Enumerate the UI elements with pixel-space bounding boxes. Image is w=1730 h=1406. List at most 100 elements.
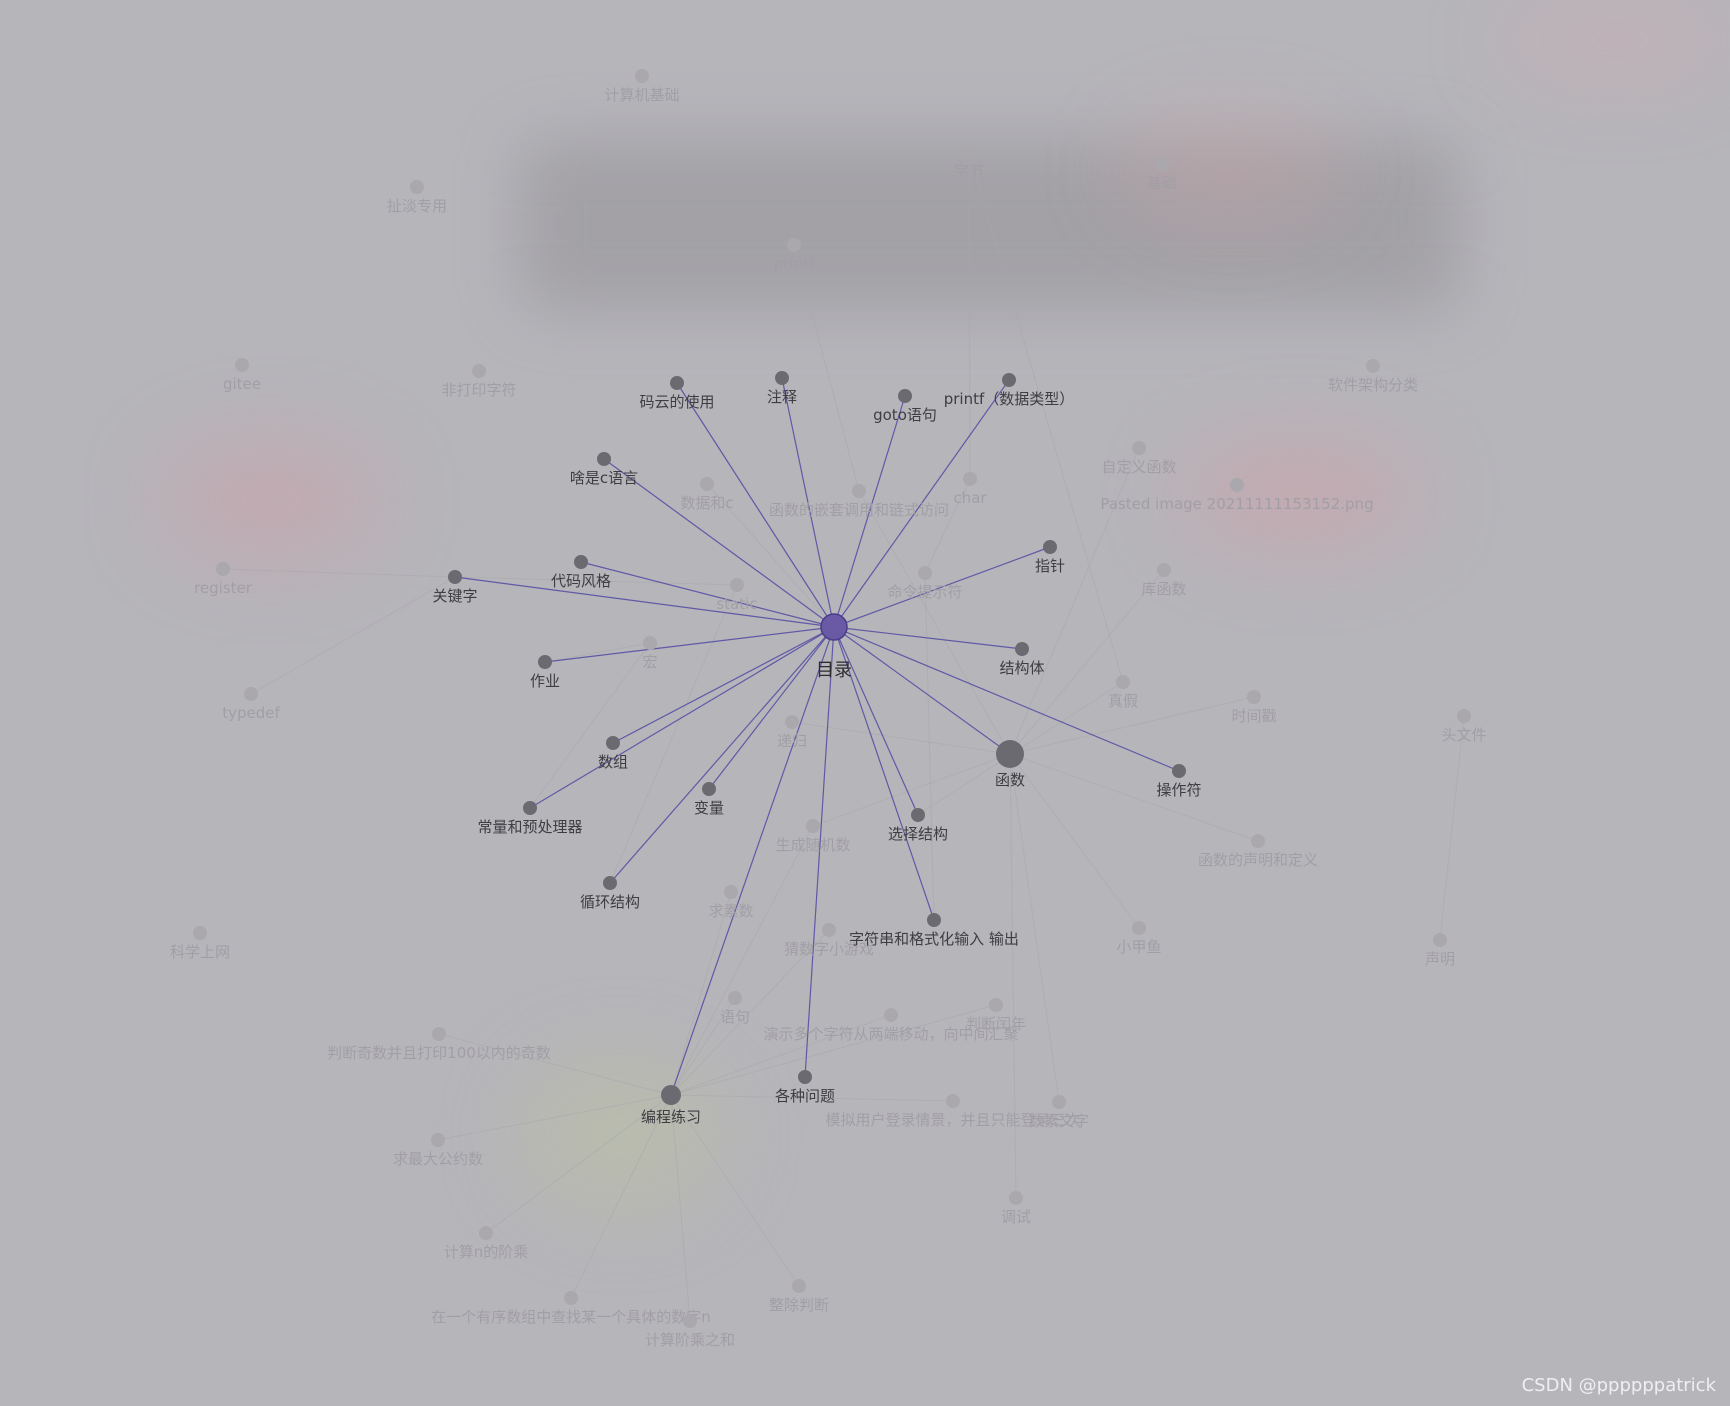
graph-node-shuru[interactable]: 数素文字 <box>1029 1095 1089 1130</box>
graph-node-typedef[interactable]: typedef <box>222 687 280 722</box>
node-dot[interactable] <box>1457 709 1471 723</box>
node-dot[interactable] <box>806 819 820 833</box>
node-dot[interactable] <box>1230 478 1244 492</box>
node-dot[interactable] <box>244 687 258 701</box>
node-dot[interactable] <box>1015 642 1029 656</box>
node-dot[interactable] <box>1052 1095 1066 1109</box>
graph-node-caozuofu[interactable]: 操作符 <box>1156 764 1202 799</box>
node-dot[interactable] <box>898 389 912 403</box>
graph-node-jichu[interactable]: 基础 <box>1147 157 1177 192</box>
graph-node-zijie[interactable]: 字节 <box>954 145 984 180</box>
graph-node-hanshu[interactable]: 函数 <box>995 740 1025 789</box>
graph-node-gitee[interactable]: gitee <box>223 358 261 393</box>
node-dot[interactable] <box>775 371 789 385</box>
graph-node-runnian[interactable]: 判断闰年 <box>966 998 1026 1033</box>
node-dot[interactable] <box>820 613 848 641</box>
node-dot[interactable] <box>822 923 836 937</box>
node-dot[interactable] <box>431 1133 445 1147</box>
graph-node-jisuanji[interactable]: 计算机基础 <box>604 69 680 104</box>
node-dot[interactable] <box>1251 834 1265 848</box>
graph-node-qishu[interactable]: 判断奇数并且打印100以内的奇数 <box>327 1027 551 1062</box>
graph-node-printf_types[interactable]: printf（数据类型） <box>944 373 1075 408</box>
graph-node-zifuchuan[interactable]: 字符串和格式化输入 输出 <box>849 913 1019 948</box>
graph-node-goto[interactable]: goto语句 <box>873 389 937 424</box>
node-dot[interactable] <box>574 555 588 569</box>
graph-node-bianliang[interactable]: 变量 <box>694 782 724 817</box>
graph-node-mingling[interactable]: 命令提示符 <box>887 566 963 601</box>
node-dot[interactable] <box>989 998 1003 1012</box>
node-dot[interactable] <box>193 926 207 940</box>
node-dot[interactable] <box>918 566 932 580</box>
node-dot[interactable] <box>1043 540 1057 554</box>
graph-node-chedan[interactable]: 扯淡专用 <box>387 180 447 215</box>
node-dot[interactable] <box>606 736 620 750</box>
graph-node-shujuhe[interactable]: 数据和c <box>680 477 734 512</box>
graph-node-sushu[interactable]: 求素数 <box>708 885 754 920</box>
graph-node-shijianchuo[interactable]: 时间戳 <box>1231 690 1277 725</box>
graph-node-qiantao[interactable]: 函数的嵌套调用和链式访问 <box>769 484 949 519</box>
node-dot[interactable] <box>700 477 714 491</box>
graph-node-toufile[interactable]: 头文件 <box>1441 709 1487 744</box>
graph-node-yuju[interactable]: 语句 <box>720 991 750 1026</box>
node-dot[interactable] <box>1247 690 1261 704</box>
node-dot[interactable] <box>643 636 657 650</box>
graph-node-char[interactable]: char <box>953 472 987 507</box>
graph-node-pasted[interactable]: Pasted image 20211111153152.png <box>1100 478 1374 513</box>
graph-node-shuzu[interactable]: 数组 <box>598 736 628 771</box>
graph-node-biancheng[interactable]: 编程练习 <box>641 1085 701 1126</box>
graph-node-xiaojiayu[interactable]: 小甲鱼 <box>1116 921 1162 956</box>
node-dot[interactable] <box>1172 764 1186 778</box>
node-dot[interactable] <box>996 740 1024 768</box>
graph-node-chazhao[interactable]: 在一个有序数组中查找某一个具体的数字n <box>431 1291 711 1326</box>
graph-node-printf[interactable]: printf <box>774 238 815 273</box>
graph-node-hong[interactable]: 宏 <box>642 636 658 671</box>
node-dot[interactable] <box>884 1008 898 1022</box>
graph-node-suiji[interactable]: 生成随机数 <box>775 819 851 854</box>
node-dot[interactable] <box>1132 441 1146 455</box>
graph-node-gezhong[interactable]: 各种问题 <box>775 1070 835 1105</box>
graph-node-zhengchu[interactable]: 整除判断 <box>769 1279 829 1314</box>
graph-node-xunhuan[interactable]: 循环结构 <box>580 876 640 911</box>
graph-node-mayun[interactable]: 码云的使用 <box>639 376 715 411</box>
node-dot[interactable] <box>792 1279 806 1293</box>
graph-node-changliang[interactable]: 常量和预处理器 <box>477 801 583 836</box>
graph-node-c_lang[interactable]: 啥是c语言 <box>570 452 638 487</box>
node-dot[interactable] <box>1002 373 1016 387</box>
node-dot[interactable] <box>785 715 799 729</box>
node-dot[interactable] <box>1116 675 1130 689</box>
graph-node-daima[interactable]: 代码风格 <box>551 555 611 590</box>
node-dot[interactable] <box>962 145 976 159</box>
graph-node-kexue[interactable]: 科学上网 <box>170 926 230 961</box>
node-dot[interactable] <box>683 1314 697 1328</box>
node-dot[interactable] <box>1157 563 1171 577</box>
graph-node-shengming[interactable]: 声明 <box>1425 933 1455 968</box>
node-dot[interactable] <box>1155 157 1169 171</box>
node-dot[interactable] <box>852 484 866 498</box>
node-dot[interactable] <box>479 1226 493 1240</box>
graph-node-shengming_dingyi[interactable]: 函数的声明和定义 <box>1198 834 1318 869</box>
node-dot[interactable] <box>911 808 925 822</box>
node-dot[interactable] <box>670 376 684 390</box>
node-dot[interactable] <box>728 991 742 1005</box>
graph-node-register[interactable]: register <box>194 562 253 597</box>
node-dot[interactable] <box>597 452 611 466</box>
graph-node-feida[interactable]: 非打印字符 <box>441 364 517 399</box>
node-dot[interactable] <box>472 364 486 378</box>
graph-node-tiaoshi[interactable]: 调试 <box>1001 1191 1031 1226</box>
node-dot[interactable] <box>523 801 537 815</box>
node-dot[interactable] <box>1433 933 1447 947</box>
graph-node-digui[interactable]: 递归 <box>777 715 807 750</box>
graph-node-kuhanshu[interactable]: 库函数 <box>1141 563 1187 598</box>
graph-view[interactable]: 计算机基础字节基础扯淡专用 printf gitee 非打印字符 软件架构分类自定义函数… <box>0 0 1730 1406</box>
node-dot[interactable] <box>798 1070 812 1084</box>
node-dot[interactable] <box>603 876 617 890</box>
node-dot[interactable] <box>702 782 716 796</box>
graph-node-gongyueshu[interactable]: 求最大公约数 <box>393 1133 483 1168</box>
graph-node-zhenjia[interactable]: 真假 <box>1108 675 1138 710</box>
node-dot[interactable] <box>963 472 977 486</box>
graph-node-zhizhen[interactable]: 指针 <box>1035 540 1065 575</box>
graph-node-static[interactable]: static <box>716 578 758 613</box>
node-dot[interactable] <box>787 238 801 252</box>
graph-node-mulu[interactable]: 目录 <box>816 613 852 681</box>
node-dot[interactable] <box>724 885 738 899</box>
